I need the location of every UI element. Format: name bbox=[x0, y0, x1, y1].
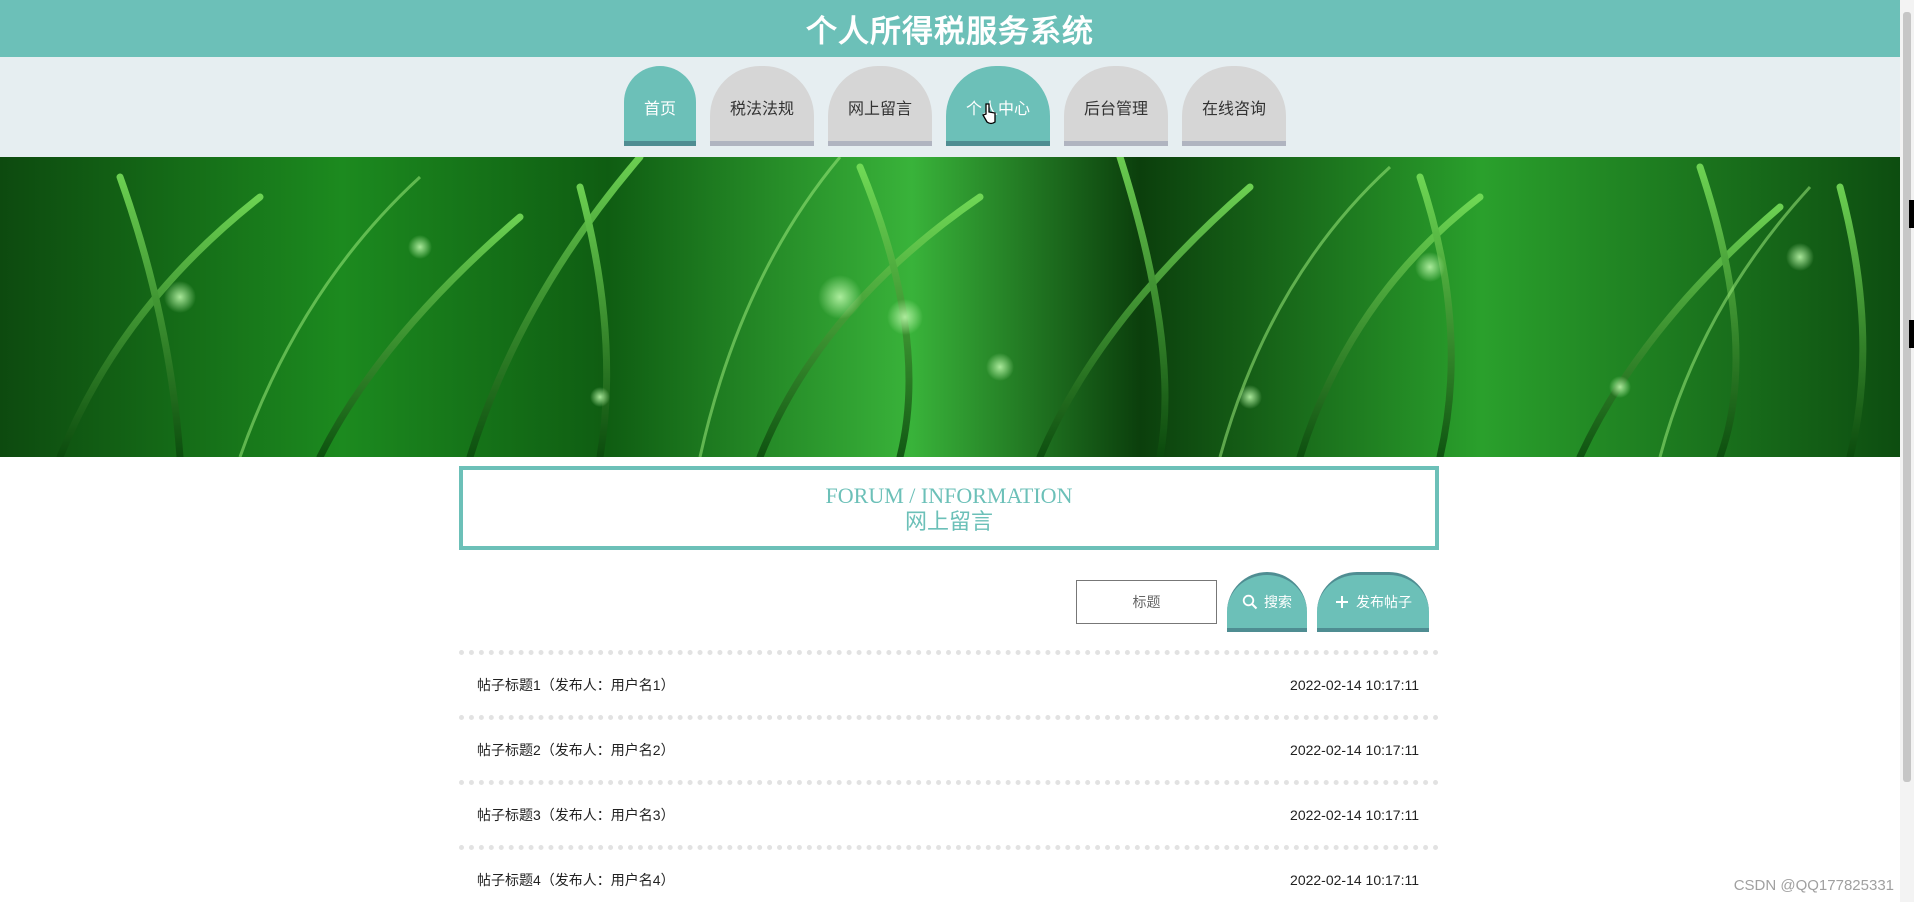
post-title[interactable]: 帖子标题4（发布人：用户名4） bbox=[477, 870, 675, 890]
list-item[interactable]: 帖子标题4（发布人：用户名4） 2022-02-14 10:17:11 bbox=[459, 845, 1439, 902]
nav-tab-tax-law[interactable]: 税法法规 bbox=[710, 66, 814, 146]
scrollbar-thumb[interactable] bbox=[1903, 12, 1911, 782]
pointer-cursor-icon bbox=[981, 102, 999, 130]
post-title[interactable]: 帖子标题3（发布人：用户名3） bbox=[477, 805, 675, 825]
scrollbar-mark bbox=[1909, 200, 1914, 228]
post-time: 2022-02-14 10:17:11 bbox=[1290, 872, 1419, 888]
nav-tab-label: 在线咨询 bbox=[1201, 99, 1266, 118]
section-title-en: FORUM / INFORMATION bbox=[825, 483, 1073, 508]
vertical-scrollbar[interactable] bbox=[1900, 0, 1914, 902]
list-item[interactable]: 帖子标题2（发布人：用户名2） 2022-02-14 10:17:11 bbox=[459, 715, 1439, 780]
search-button-label: 搜索 bbox=[1264, 594, 1292, 611]
list-item[interactable]: 帖子标题1（发布人：用户名1） 2022-02-14 10:17:11 bbox=[459, 650, 1439, 715]
nav-tab-messages[interactable]: 网上留言 bbox=[828, 66, 932, 146]
new-post-button-label: 发布帖子 bbox=[1356, 594, 1412, 611]
search-button[interactable]: 搜索 bbox=[1227, 572, 1307, 632]
search-icon bbox=[1242, 594, 1258, 610]
nav-tab-admin[interactable]: 后台管理 bbox=[1064, 66, 1168, 146]
post-title[interactable]: 帖子标题2（发布人：用户名2） bbox=[477, 740, 675, 760]
site-title: 个人所得税服务系统 bbox=[806, 14, 1094, 50]
plus-icon bbox=[1334, 594, 1350, 610]
new-post-button[interactable]: 发布帖子 bbox=[1317, 572, 1429, 632]
nav-tab-label: 税法法规 bbox=[729, 99, 794, 118]
section-heading: FORUM / INFORMATION 网上留言 bbox=[459, 466, 1439, 550]
search-toolbar: 搜索 发布帖子 bbox=[0, 572, 1900, 632]
main-nav: 首页 税法法规 网上留言 个人中心 后台管理 在线咨询 bbox=[0, 66, 1900, 146]
nav-tab-consult[interactable]: 在线咨询 bbox=[1182, 66, 1286, 146]
post-time: 2022-02-14 10:17:11 bbox=[1290, 677, 1419, 693]
nav-tab-label: 网上留言 bbox=[847, 99, 912, 118]
watermark: CSDN @QQ177825331 bbox=[1733, 877, 1894, 894]
nav-tab-home[interactable]: 首页 bbox=[624, 66, 696, 146]
post-time: 2022-02-14 10:17:11 bbox=[1290, 742, 1419, 758]
title-search-input[interactable] bbox=[1076, 580, 1217, 624]
nav-tab-label: 后台管理 bbox=[1083, 99, 1148, 118]
page: 个人所得税服务系统 首页 税法法规 网上留言 个人中心 后台管理 在线咨询 FO… bbox=[0, 0, 1914, 902]
scrollbar-mark bbox=[1909, 320, 1914, 348]
list-item[interactable]: 帖子标题3（发布人：用户名3） 2022-02-14 10:17:11 bbox=[459, 780, 1439, 845]
grass-illustration bbox=[56, 157, 1867, 457]
header-bar: 个人所得税服务系统 bbox=[0, 0, 1900, 57]
post-title[interactable]: 帖子标题1（发布人：用户名1） bbox=[477, 675, 675, 695]
nav-tab-label: 首页 bbox=[643, 99, 676, 118]
section-title-cn: 网上留言 bbox=[904, 509, 993, 534]
nav-area: 首页 税法法规 网上留言 个人中心 后台管理 在线咨询 bbox=[0, 57, 1900, 157]
banner-image bbox=[0, 157, 1900, 457]
post-list: 帖子标题1（发布人：用户名1） 2022-02-14 10:17:11 帖子标题… bbox=[459, 650, 1439, 902]
post-time: 2022-02-14 10:17:11 bbox=[1290, 807, 1419, 823]
